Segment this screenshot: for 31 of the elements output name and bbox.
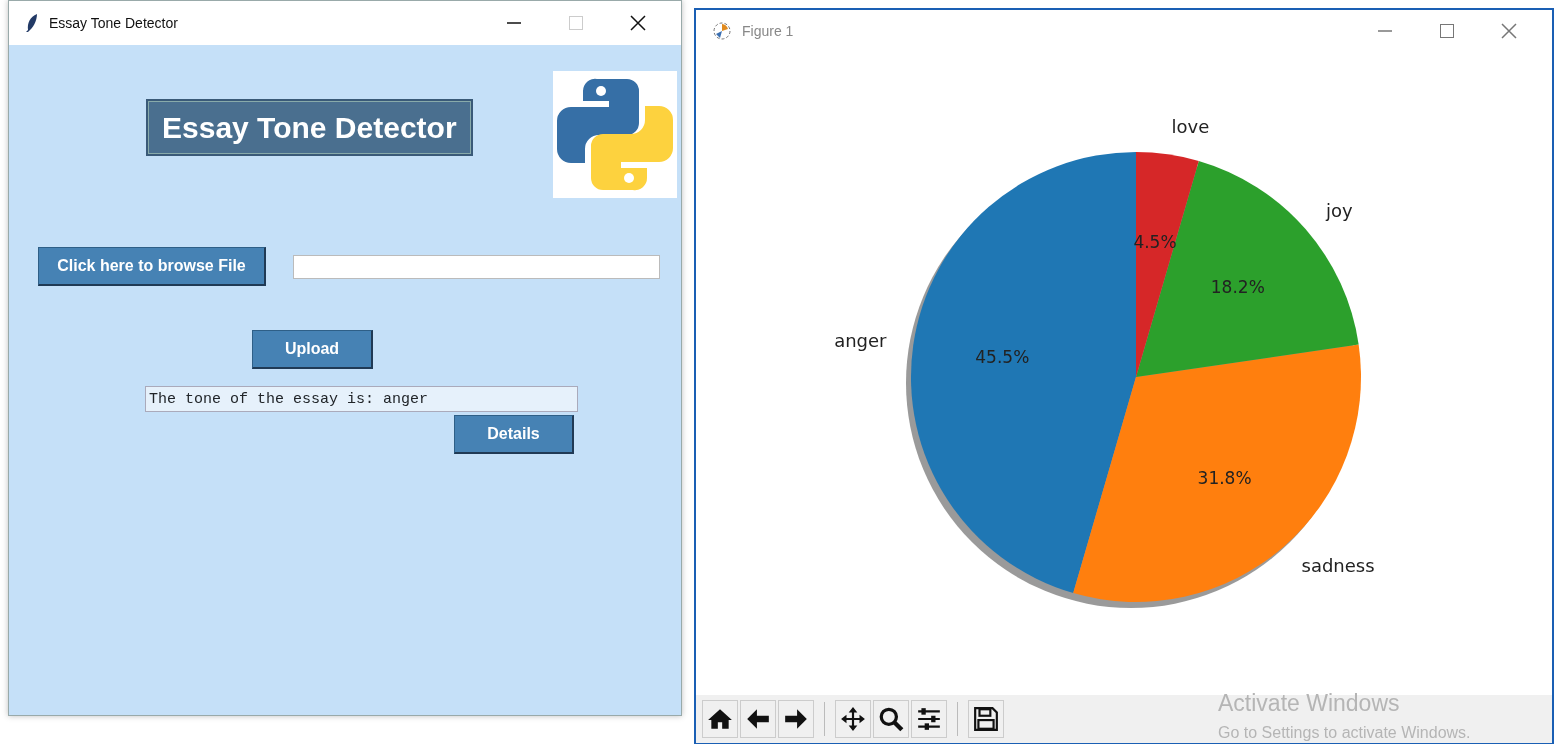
logo-icon [553,71,677,198]
feather-icon [25,13,39,33]
upload-button[interactable]: Upload [252,330,373,369]
percentage-label: 18.2% [1210,277,1265,298]
slice-label: sadness [1301,555,1375,577]
file-path-field[interactable] [293,254,660,279]
result-field: The tone of the essay is: anger [145,386,578,412]
sliders-icon [916,706,942,732]
figure-icon [712,21,732,41]
zoom-button[interactable] [873,700,909,738]
app-heading: Essay Tone Detector [146,99,473,156]
save-button[interactable] [968,700,1004,738]
move-icon [840,706,866,732]
browse-button[interactable]: Click here to browse File [38,247,266,286]
slice-label: anger [834,329,887,351]
home-button[interactable] [702,700,738,738]
slice-label: joy [1326,199,1353,221]
percentage-label: 45.5% [975,347,1030,367]
save-icon [973,706,999,732]
window-title: Figure 1 [742,21,794,41]
slice-label: love [1171,115,1210,137]
configure-button[interactable] [911,700,947,738]
percentage-label: 31.8% [1197,467,1252,488]
activation-title: Activate Windows [1218,689,1401,718]
activation-text: Go to Settings to activate Windows. [1218,722,1471,743]
forward-button[interactable] [778,700,814,738]
window-title: Essay Tone Detector [49,13,178,33]
back-button[interactable] [740,700,776,738]
details-button[interactable]: Details [454,415,574,454]
pan-button[interactable] [835,700,871,738]
search-icon [878,706,904,732]
